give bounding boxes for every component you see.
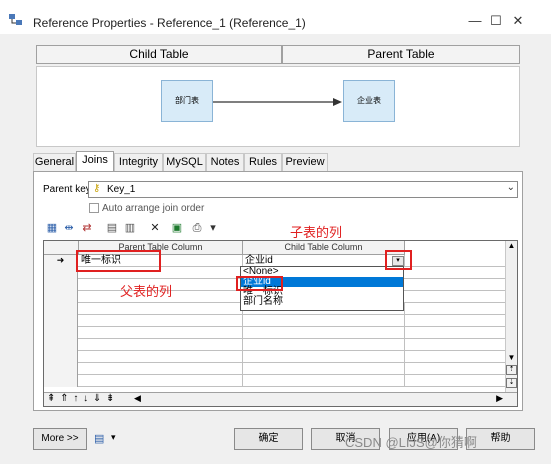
row-header bbox=[44, 303, 78, 315]
reuse-columns-icon[interactable]: ⇹ bbox=[62, 221, 76, 235]
ok-button[interactable]: 确定 bbox=[234, 428, 303, 450]
title-bar: Reference Properties - Reference_1 (Refe… bbox=[0, 0, 551, 34]
row-header bbox=[44, 339, 78, 351]
properties-icon[interactable]: ▦ bbox=[45, 221, 59, 235]
selected-option-highlight bbox=[236, 276, 283, 291]
excel-export-icon[interactable]: ▣ bbox=[170, 221, 184, 235]
watermark: CSDN @LIJS@你猜啊 bbox=[345, 435, 477, 450]
row-marker: ➜ bbox=[44, 255, 78, 267]
scroll-right-icon[interactable]: ▶ bbox=[496, 393, 503, 404]
empty-cell[interactable] bbox=[79, 339, 243, 351]
auto-arrange-label: Auto arrange join order bbox=[102, 203, 205, 214]
table-row[interactable] bbox=[44, 315, 507, 327]
empty-cell[interactable] bbox=[79, 315, 243, 327]
row-header bbox=[44, 291, 78, 303]
tab-general[interactable]: General bbox=[33, 153, 76, 171]
parent-cell-highlight bbox=[76, 250, 161, 272]
settings-icon[interactable]: ▤ bbox=[94, 432, 106, 445]
empty-cell[interactable] bbox=[243, 315, 405, 327]
auto-arrange-checkbox[interactable] bbox=[89, 203, 99, 213]
empty-cell[interactable] bbox=[243, 351, 405, 363]
add-row-icon[interactable]: ▥ bbox=[123, 221, 137, 235]
empty-cell[interactable] bbox=[79, 375, 243, 387]
close-button[interactable]: ✕ bbox=[503, 10, 533, 32]
table-row[interactable] bbox=[44, 339, 507, 351]
chevron-down-icon[interactable]: ▾ bbox=[206, 221, 220, 235]
parent-key-value: Key_1 bbox=[107, 184, 136, 195]
dropdown-button-highlight bbox=[385, 250, 412, 270]
scroll-down-icon[interactable]: ▼ bbox=[506, 353, 517, 362]
child-table-header: Child Table bbox=[36, 45, 282, 64]
tab-mysql[interactable]: MySQL bbox=[163, 153, 206, 171]
row-header bbox=[44, 279, 78, 291]
scroll-page-up-icon[interactable]: ⇡ bbox=[506, 365, 517, 375]
dropdown-option[interactable]: 部门名称 bbox=[241, 297, 403, 307]
reference-diagram: 部门表 企业表 bbox=[36, 66, 520, 147]
grid-corner bbox=[44, 241, 79, 255]
window-title: Reference Properties - Reference_1 (Refe… bbox=[33, 16, 306, 30]
empty-cell[interactable] bbox=[243, 375, 405, 387]
empty-cell[interactable] bbox=[79, 363, 243, 375]
table-row[interactable] bbox=[44, 375, 507, 387]
parent-column-annotation: 父表的列 bbox=[120, 284, 173, 299]
empty-cell[interactable] bbox=[79, 327, 243, 339]
reference-arrow-icon bbox=[213, 98, 342, 106]
app-icon bbox=[9, 14, 22, 25]
row-header bbox=[44, 327, 78, 339]
print-icon[interactable]: ⎙ bbox=[190, 221, 204, 235]
tab-preview[interactable]: Preview bbox=[282, 153, 328, 171]
child-column-annotation: 子表的列 bbox=[290, 225, 343, 240]
parent-key-label: Parent key: bbox=[43, 184, 94, 195]
child-column-header: Child Table Column bbox=[243, 241, 405, 255]
empty-cell[interactable] bbox=[243, 339, 405, 351]
table-row[interactable] bbox=[44, 363, 507, 375]
horizontal-scrollbar[interactable]: ⇞ ⇑ ↑ ↓ ⇓ ⇟ ◀ ▶ bbox=[44, 392, 517, 406]
empty-cell[interactable] bbox=[243, 363, 405, 375]
scroll-up-icon[interactable]: ▲ bbox=[506, 241, 517, 250]
delete-icon[interactable]: ✕ bbox=[148, 221, 162, 235]
more-button[interactable]: More >> bbox=[33, 428, 87, 450]
row-header bbox=[44, 315, 78, 327]
row-header bbox=[44, 363, 78, 375]
parent-table-header: Parent Table bbox=[282, 45, 520, 64]
row-nav-arrows[interactable]: ⇞ ⇑ ↑ ↓ ⇓ ⇟ bbox=[47, 393, 115, 404]
vertical-scrollbar[interactable]: ▲ ▼ ⇡ ⇣ bbox=[505, 241, 517, 393]
parent-table-box[interactable]: 企业表 bbox=[343, 80, 395, 122]
migrate-columns-icon[interactable]: ⇄ bbox=[80, 221, 94, 235]
empty-cell[interactable] bbox=[79, 351, 243, 363]
empty-cell[interactable] bbox=[79, 303, 243, 315]
insert-row-icon[interactable]: ▤ bbox=[105, 221, 119, 235]
row-header bbox=[44, 267, 78, 279]
row-header bbox=[44, 351, 78, 363]
tab-rules[interactable]: Rules bbox=[244, 153, 282, 171]
child-table-box[interactable]: 部门表 bbox=[161, 80, 213, 122]
scroll-page-down-icon[interactable]: ⇣ bbox=[506, 378, 517, 388]
empty-cell[interactable] bbox=[243, 327, 405, 339]
row-header bbox=[44, 375, 78, 387]
table-row[interactable] bbox=[44, 327, 507, 339]
tab-joins[interactable]: Joins bbox=[76, 151, 114, 172]
chevron-down-icon[interactable]: ▾ bbox=[111, 432, 121, 444]
tab-notes[interactable]: Notes bbox=[206, 153, 244, 171]
parent-key-select[interactable]: ⚷ Key_1 ⌄ bbox=[88, 181, 518, 198]
scroll-left-icon[interactable]: ◀ bbox=[134, 393, 141, 404]
key-icon: ⚷ bbox=[93, 183, 101, 194]
tab-integrity[interactable]: Integrity bbox=[114, 153, 163, 171]
table-row[interactable] bbox=[44, 351, 507, 363]
chevron-down-icon: ⌄ bbox=[506, 182, 515, 193]
